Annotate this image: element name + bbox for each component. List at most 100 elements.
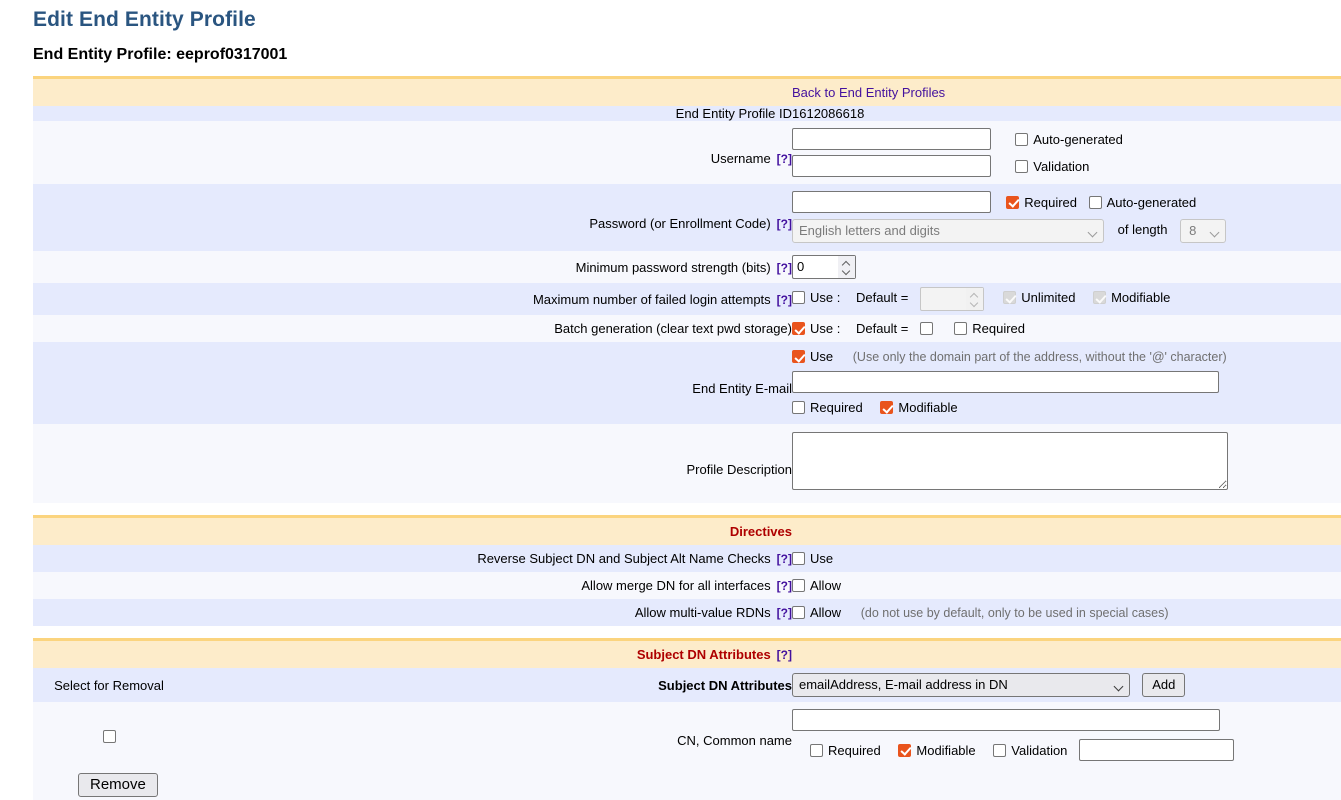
email-label: End Entity E-mail <box>692 381 792 396</box>
email-input[interactable] <box>792 371 1219 393</box>
row-reverse-dn-checks: Reverse Subject DN and Subject Alt Name … <box>33 545 1341 572</box>
password-field-cell: Required Auto-generated English letters … <box>792 184 1341 251</box>
multivalue-rdn-help-icon[interactable]: [?] <box>777 606 792 620</box>
directive-row-spacer-3 <box>33 599 185 626</box>
username-input[interactable] <box>792 128 991 150</box>
password-label: Password (or Enrollment Code) <box>589 216 770 231</box>
max-failed-label-cell: Maximum number of failed login attempts[… <box>185 283 792 315</box>
username-validation-input[interactable] <box>792 155 991 177</box>
multivalue-rdn-checkbox[interactable] <box>792 606 805 619</box>
directives-table: Directives Reverse Subject DN and Subjec… <box>33 515 1341 626</box>
directive-row-spacer-2 <box>33 572 185 599</box>
cn-modifiable-checkbox[interactable] <box>898 744 911 757</box>
email-modifiable-checkbox[interactable] <box>880 401 893 414</box>
subject-dn-section-title: Subject DN Attributes <box>637 647 771 662</box>
subject-dn-attributes-table: Subject DN Attributes [?] Select for Remo… <box>33 638 1341 800</box>
merge-dn-label: Allow merge DN for all interfaces <box>581 578 770 593</box>
password-type-select[interactable]: English letters and digits <box>792 219 1104 243</box>
cn-required-checkbox[interactable] <box>810 744 823 757</box>
profile-subtitle: End Entity Profile: eeprof0317001 <box>33 46 1341 64</box>
email-required-label: Required <box>810 400 863 415</box>
multivalue-rdn-checkbox-label: Allow <box>810 605 841 620</box>
cn-common-name-input[interactable] <box>792 709 1220 731</box>
row-email-spacer <box>33 342 185 424</box>
select-for-removal-checkbox[interactable] <box>103 730 116 743</box>
merge-dn-help-icon[interactable]: [?] <box>777 579 792 593</box>
min-strength-value: 0 <box>797 259 804 274</box>
password-input[interactable] <box>792 191 991 213</box>
subject-dn-header-spacer-2 <box>792 640 1341 669</box>
profile-settings-table: Back to End Entity Profiles End Entity P… <box>33 76 1341 503</box>
add-attribute-button[interactable]: Add <box>1142 673 1185 697</box>
max-failed-unlimited-label: Unlimited <box>1021 290 1075 305</box>
remove-row-spacer <box>185 770 792 800</box>
reverse-dn-checkbox-label: Use <box>810 551 833 566</box>
stepper-arrows-icon[interactable] <box>838 256 855 278</box>
description-field-cell <box>792 424 1341 503</box>
cn-validation-label: Validation <box>1011 743 1067 758</box>
directives-header-row: Directives <box>33 517 1341 546</box>
batch-default-checkbox[interactable] <box>920 322 933 335</box>
password-required-label: Required <box>1024 195 1077 210</box>
batch-required-label: Required <box>972 321 1025 336</box>
subject-dn-attribute-select[interactable]: emailAddress, E-mail address in DN <box>792 673 1130 697</box>
row-subject-dn-selector: Select for Removal Subject DN Attributes… <box>33 668 1341 702</box>
max-failed-help-icon[interactable]: [?] <box>777 293 792 307</box>
batch-label: Batch generation (clear text pwd storage… <box>554 321 792 336</box>
username-label-cell: Username[?] <box>185 121 792 184</box>
reverse-dn-checkbox[interactable] <box>792 552 805 565</box>
subject-dn-header-row: Subject DN Attributes [?] <box>33 640 1341 669</box>
select-for-removal-header: Select for Removal <box>33 668 185 702</box>
cn-row-1 <box>792 709 1341 731</box>
username-validation-checkbox[interactable] <box>1015 160 1028 173</box>
reverse-dn-help-icon[interactable]: [?] <box>777 552 792 566</box>
max-failed-use-checkbox[interactable] <box>792 291 805 304</box>
directives-header-spacer <box>33 517 185 546</box>
multivalue-rdn-hint: (do not use by default, only to be used … <box>861 606 1169 620</box>
multivalue-rdn-field-cell: Allow (do not use by default, only to be… <box>792 599 1341 626</box>
profile-id-label: End Entity Profile ID <box>185 106 792 121</box>
max-failed-field-cell: Use : Default = Unlimited Modifiable <box>792 283 1341 315</box>
reverse-dn-label-cell: Reverse Subject DN and Subject Alt Name … <box>185 545 792 572</box>
password-required-checkbox[interactable] <box>1006 196 1019 209</box>
password-length-select[interactable]: 8 <box>1180 219 1226 243</box>
email-field-cell: Use (Use only the domain part of the add… <box>792 342 1341 424</box>
multivalue-rdn-label-cell: Allow multi-value RDNs[?] <box>185 599 792 626</box>
password-autogenerated-checkbox[interactable] <box>1089 196 1102 209</box>
username-help-icon[interactable]: [?] <box>777 152 792 166</box>
subject-dn-attributes-label: Subject DN Attributes <box>185 668 792 702</box>
row-password-spacer <box>33 184 185 251</box>
row-password: Password (or Enrollment Code) [?] Require… <box>33 184 1341 251</box>
email-use-checkbox[interactable] <box>792 350 805 363</box>
profile-id-value: 1612086618 <box>792 106 1341 121</box>
password-label-cell: Password (or Enrollment Code) [?] <box>185 184 792 251</box>
max-failed-use-label: Use : <box>810 290 840 305</box>
batch-required-checkbox[interactable] <box>954 322 967 335</box>
email-required-checkbox[interactable] <box>792 401 805 414</box>
profile-description-textarea[interactable] <box>792 432 1228 490</box>
back-link-cell: Back to End Entity Profiles <box>792 78 1341 107</box>
username-autogenerated-checkbox[interactable] <box>1015 133 1028 146</box>
row-username-spacer <box>33 121 185 184</box>
row-allow-merge-dn: Allow merge DN for all interfaces[?] All… <box>33 572 1341 599</box>
password-of-length-label: of length <box>1118 222 1168 237</box>
batch-use-checkbox[interactable] <box>792 322 805 335</box>
row-allow-multivalue-rdns: Allow multi-value RDNs[?] Allow (do not … <box>33 599 1341 626</box>
batch-use-label: Use : <box>810 321 840 336</box>
email-hint: (Use only the domain part of the address… <box>853 350 1227 364</box>
subject-dn-help-icon[interactable]: [?] <box>777 648 792 662</box>
table-row: CN, Common name Required Modifiable Vali… <box>33 702 1341 770</box>
email-modifiable-label: Modifiable <box>898 400 957 415</box>
row-profile-id: End Entity Profile ID 1612086618 <box>33 106 1341 121</box>
row-batch-spacer <box>33 315 185 342</box>
description-label-cell: Profile Description <box>185 424 792 503</box>
cn-validation-input[interactable] <box>1079 739 1234 761</box>
merge-dn-checkbox[interactable] <box>792 579 805 592</box>
cn-validation-checkbox[interactable] <box>993 744 1006 757</box>
min-strength-stepper[interactable]: 0 <box>792 255 856 279</box>
min-strength-help-icon[interactable]: [?] <box>777 261 792 275</box>
back-to-profiles-link[interactable]: Back to End Entity Profiles <box>792 85 945 100</box>
password-help-icon[interactable]: [?] <box>777 217 792 231</box>
remove-button[interactable]: Remove <box>78 773 158 797</box>
reverse-dn-field-cell: Use <box>792 545 1341 572</box>
